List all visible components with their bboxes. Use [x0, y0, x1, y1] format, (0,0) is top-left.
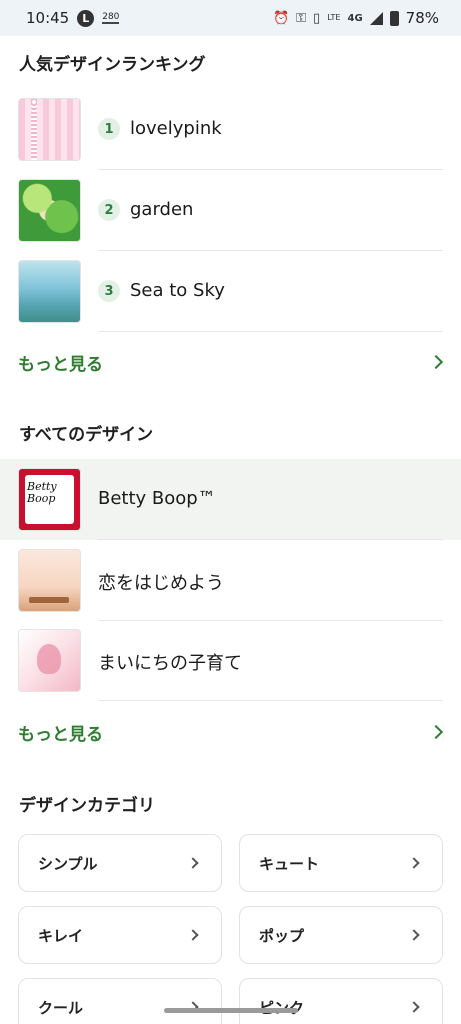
chevron-right-icon [428, 724, 444, 740]
design-thumbnail [18, 98, 81, 161]
category-label: キュート [259, 854, 320, 873]
rank-badge: 2 [98, 199, 120, 221]
home-gesture-bar[interactable] [164, 1008, 298, 1013]
design-item-betty-boop[interactable]: Betty Boop Betty Boop™ [0, 459, 461, 540]
design-name: lovelypink [130, 118, 222, 139]
category-cute-button[interactable]: キュート [239, 834, 443, 892]
chevron-right-icon [428, 354, 444, 370]
category-label: シンプル [38, 854, 98, 873]
divider [98, 700, 443, 701]
category-cool-button[interactable]: クール [18, 978, 222, 1024]
design-name: Sea to Sky [130, 280, 225, 301]
more-label: もっと見る [18, 354, 103, 375]
chevron-right-icon [187, 929, 199, 941]
category-pop-button[interactable]: ポップ [239, 906, 443, 964]
chevron-right-icon [408, 1001, 420, 1013]
design-thumbnail [18, 179, 81, 242]
chevron-right-icon [408, 857, 420, 869]
alarm-icon: ⏰ [272, 10, 290, 26]
ranking-item-3[interactable]: 3 Sea to Sky [0, 251, 461, 332]
all-designs-section-title: すべてのデザイン [19, 425, 154, 445]
ranking-more-link[interactable]: もっと見る [0, 342, 461, 382]
status-bar: 10:45 L 280 ⏰ ⚿ ▯ LTE 4G 78% [0, 0, 461, 36]
lte-label: LTE [327, 13, 341, 22]
design-name: garden [130, 199, 194, 220]
category-pink-button[interactable]: ピンク [239, 978, 443, 1024]
category-kirei-button[interactable]: キレイ [18, 906, 222, 964]
rank-badge: 1 [98, 118, 120, 140]
design-name: 恋をはじめよう [98, 573, 224, 594]
design-item-kosodate[interactable]: まいにちの子育て [0, 620, 461, 701]
betty-boop-logo: Betty Boop [25, 475, 74, 524]
status-time: 10:45 [26, 9, 70, 27]
design-item-koi[interactable]: 恋をはじめよう [0, 540, 461, 621]
ranking-section-title: 人気デザインランキング [19, 55, 206, 75]
design-thumbnail [18, 549, 81, 612]
ranking-item-2[interactable]: 2 garden [0, 170, 461, 251]
category-label: ピンク [259, 997, 304, 1018]
design-name: まいにちの子育て [98, 653, 242, 674]
divider [98, 331, 443, 332]
ranking-item-1[interactable]: 1 lovelypink [0, 89, 461, 170]
battery-icon [389, 10, 399, 26]
design-thumbnail [18, 629, 81, 692]
design-thumbnail: Betty Boop [18, 468, 81, 531]
category-label: キレイ [38, 926, 84, 945]
line-notification-icon: L [77, 9, 95, 27]
signal-icon [369, 11, 383, 25]
more-label: もっと見る [18, 724, 103, 745]
rank-badge: 3 [98, 280, 120, 302]
notification-label: 280 [102, 11, 120, 24]
vibrate-icon: ▯ [313, 10, 321, 26]
categories-section-title: デザインカテゴリ [19, 796, 155, 816]
category-label: ポップ [259, 926, 305, 945]
network-type-label: 4G [347, 12, 363, 24]
design-thumbnail [18, 260, 81, 323]
category-simple-button[interactable]: シンプル [18, 834, 222, 892]
volte-icon: LTE [327, 14, 340, 22]
vpn-key-icon: ⚿ [296, 10, 307, 26]
category-label: クール [38, 998, 84, 1017]
chevron-right-icon [187, 857, 199, 869]
design-name: Betty Boop™ [98, 488, 216, 509]
all-designs-more-link[interactable]: もっと見る [0, 712, 461, 752]
battery-percent: 78% [405, 9, 439, 27]
chevron-right-icon [408, 929, 420, 941]
